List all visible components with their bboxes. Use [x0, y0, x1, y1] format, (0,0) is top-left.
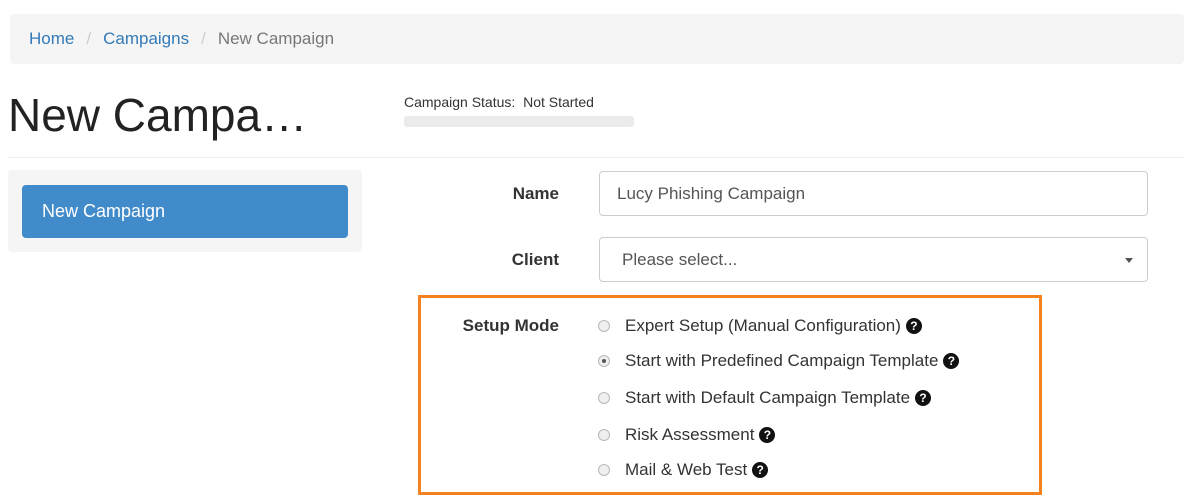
radio-button[interactable] — [598, 355, 610, 367]
setup-mode-option-expert[interactable]: Expert Setup (Manual Configuration) ? — [598, 314, 922, 338]
question-circle-icon[interactable]: ? — [759, 427, 776, 443]
setup-mode-option-predefined[interactable]: Start with Predefined Campaign Template … — [598, 349, 960, 373]
option-label: Start with Predefined Campaign Template — [625, 351, 939, 370]
radio-button[interactable] — [598, 320, 610, 332]
setup-mode-label: Setup Mode — [462, 316, 559, 335]
breadcrumb-home-link[interactable]: Home — [29, 29, 74, 49]
option-label: Mail & Web Test — [625, 460, 748, 479]
option-label: Risk Assessment — [625, 425, 755, 444]
campaign-status-value: Not Started — [523, 94, 594, 110]
breadcrumb-separator: / — [201, 29, 206, 48]
setup-mode-option-default[interactable]: Start with Default Campaign Template ? — [598, 386, 932, 410]
question-circle-icon[interactable]: ? — [915, 390, 932, 406]
breadcrumb-campaigns-link[interactable]: Campaigns — [103, 29, 189, 49]
name-label: Name — [512, 184, 559, 203]
client-label: Client — [511, 250, 559, 269]
campaign-status: Campaign Status: Not Started — [404, 94, 594, 110]
client-select[interactable]: Please select... — [599, 237, 1148, 282]
campaign-status-label: Campaign Status: — [404, 94, 516, 110]
page-title: New Campa… — [8, 89, 308, 141]
question-circle-icon[interactable]: ? — [943, 353, 960, 369]
radio-button[interactable] — [598, 429, 610, 441]
question-circle-icon[interactable]: ? — [905, 318, 922, 334]
header-divider — [8, 157, 1184, 158]
option-label: Expert Setup (Manual Configuration) — [625, 316, 901, 335]
client-select-value: Please select... — [622, 249, 738, 269]
breadcrumb-current: New Campaign — [217, 29, 335, 48]
campaign-progress-bar — [404, 116, 634, 127]
radio-button[interactable] — [598, 392, 610, 404]
setup-mode-option-mail-web-test[interactable]: Mail & Web Test ? — [598, 458, 769, 482]
setup-mode-option-risk-assessment[interactable]: Risk Assessment ? — [598, 423, 776, 447]
breadcrumb-separator: / — [86, 29, 92, 48]
sidebar-item-new-campaign[interactable]: New Campaign — [22, 185, 348, 238]
caret-down-icon — [1125, 258, 1133, 263]
radio-button[interactable] — [598, 464, 610, 476]
campaign-name-input[interactable]: Lucy Phishing Campaign — [599, 171, 1148, 216]
option-label: Start with Default Campaign Template — [625, 388, 911, 407]
breadcrumb: Home / Campaigns / New Campaign — [10, 14, 1184, 64]
